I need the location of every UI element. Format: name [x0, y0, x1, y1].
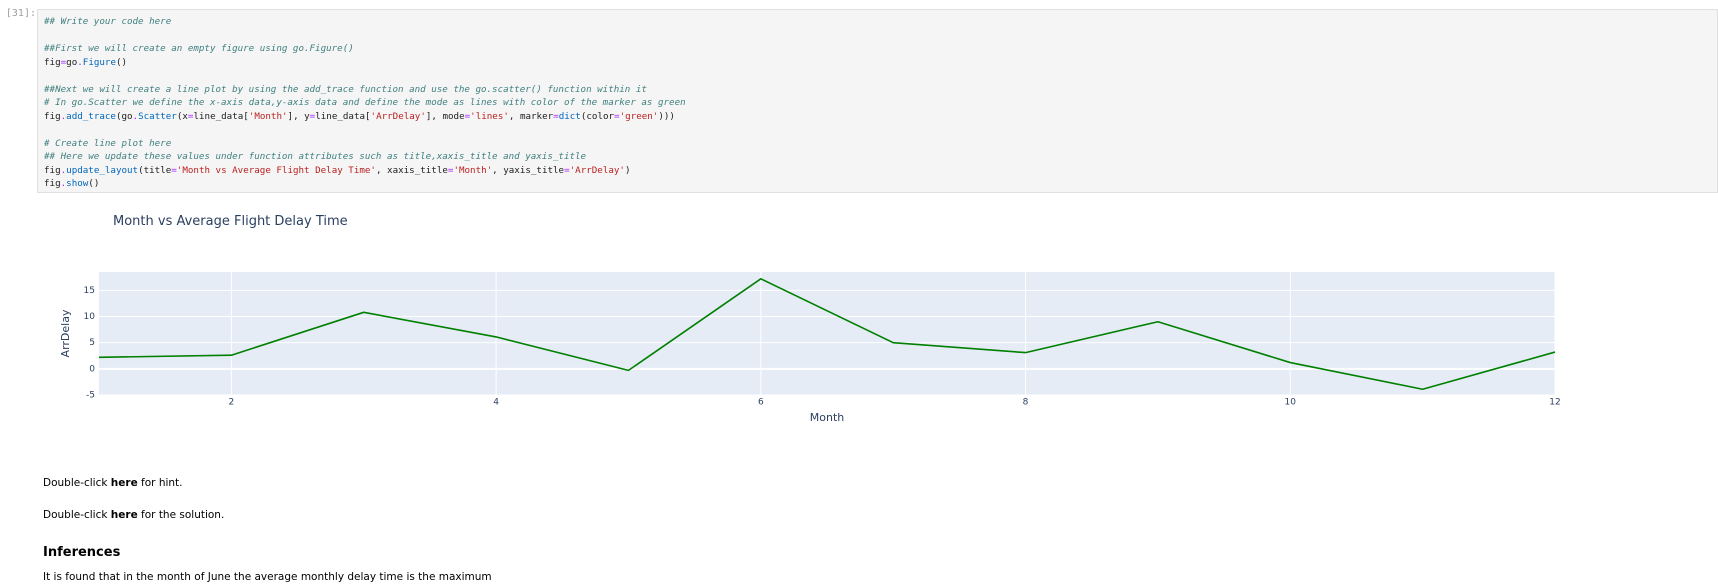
code-token: # In go.Scatter we define the x-axis dat… [44, 97, 686, 108]
code-line: ## Here we update these values under fun… [44, 150, 1717, 164]
code-token: line_data[ [315, 110, 371, 122]
code-token: ) [624, 164, 631, 176]
code-line: fig.update_layout(title='Month vs Averag… [44, 164, 1717, 178]
code-token: (color [580, 110, 615, 122]
code-line: fig=go.Figure() [44, 56, 1717, 70]
code-token: line_data[ [193, 110, 249, 122]
hint-text: Double-click here for hint. [43, 477, 183, 489]
code-token: , yaxis_title [492, 164, 565, 176]
code-token: 'ArrDelay' [569, 164, 625, 176]
code-token: ], mode [425, 110, 465, 122]
code-token: 'Month' [453, 164, 493, 176]
code-token: ], y [287, 110, 310, 122]
y-tick-label: 0 [89, 364, 95, 374]
hint-link[interactable]: here [111, 477, 138, 489]
inference-paragraph: It is found that in the month of June th… [43, 571, 492, 583]
y-tick-label: 10 [84, 312, 96, 322]
code-token: ## Here we update these values under fun… [44, 151, 587, 162]
code-cell[interactable]: ## Write your code here ##First we will c… [37, 9, 1718, 193]
x-tick-label: 12 [1549, 398, 1560, 408]
code-token: Figure [82, 56, 116, 68]
hint-suffix: for hint. [137, 477, 183, 489]
code-line: fig.add_trace(go.Scatter(x=line_data['Mo… [44, 110, 1717, 124]
code-token: 'Month' [248, 110, 288, 122]
chart-output: Month vs Average Flight Delay Time 2 4 6 8 10… [37, 212, 1718, 452]
x-tick-label: 10 [1285, 398, 1297, 408]
code-token: 'lines' [470, 110, 509, 122]
code-token: 'green' [619, 110, 659, 122]
code-token: (title [138, 164, 172, 176]
code-token: ))) [658, 110, 675, 122]
y-tick-label: -5 [86, 391, 95, 401]
x-tick-label: 2 [228, 398, 234, 408]
code-token: fig [44, 56, 61, 68]
y-tick-label: 15 [84, 286, 95, 296]
code-token: () [88, 178, 100, 189]
cell-prompt: [31]: [5, 8, 36, 19]
code-token: , marker [508, 110, 554, 122]
code-line: ##Next we will create a line plot by usi… [44, 83, 1717, 97]
code-line: # Create line plot here [44, 137, 1717, 151]
x-axis-title: Month [810, 411, 845, 424]
y-tick-label: 5 [89, 338, 95, 348]
code-token: fig [44, 178, 61, 189]
code-token: () [115, 56, 128, 68]
code-line: fig.show() [44, 177, 1717, 191]
code-token: ## Write your code here [44, 16, 172, 27]
code-token: Scatter [138, 110, 177, 122]
solution-link[interactable]: here [111, 509, 138, 521]
y-axis-title: ArrDelay [59, 309, 72, 357]
code-token: update_layout [66, 164, 139, 176]
x-tick-label: 8 [1023, 398, 1029, 408]
line-chart: Month vs Average Flight Delay Time 2 4 6 8 10… [59, 214, 1561, 424]
code-token: 'Month vs Average Flight Delay Time' [176, 164, 376, 176]
code-token: dict [558, 110, 581, 122]
code-token: # Create line plot here [44, 137, 172, 149]
code-line: ## Write your code here [44, 15, 1717, 29]
code-token: (go [115, 110, 133, 122]
code-token: show [66, 178, 89, 189]
chart-title: Month vs Average Flight Delay Time [113, 214, 348, 229]
code-line: # In go.Scatter we define the x-axis dat… [44, 96, 1717, 110]
hint-prefix: Double-click [43, 477, 111, 489]
code-token: , xaxis_title [375, 164, 448, 176]
code-token: fig [44, 110, 61, 122]
x-tick-label: 4 [493, 398, 499, 408]
x-tick-label: 6 [758, 398, 764, 408]
code-token: 'ArrDelay' [370, 110, 426, 122]
code-line: ##First we will create an empty figure u… [44, 42, 1717, 56]
code-editor[interactable]: ## Write your code here ##First we will c… [38, 10, 1717, 191]
code-token: (x [176, 110, 188, 122]
code-token: ##Next we will create a line plot by usi… [44, 83, 647, 95]
code-token: go [66, 56, 78, 68]
code-token: add_trace [66, 110, 116, 122]
code-token: fig [44, 164, 61, 176]
inferences-heading: Inferences [43, 545, 121, 560]
solution-text: Double-click here for the solution. [43, 509, 224, 521]
solution-prefix: Double-click [43, 509, 111, 521]
solution-suffix: for the solution. [137, 509, 225, 521]
code-token: ##First we will create an empty figure u… [44, 43, 354, 54]
